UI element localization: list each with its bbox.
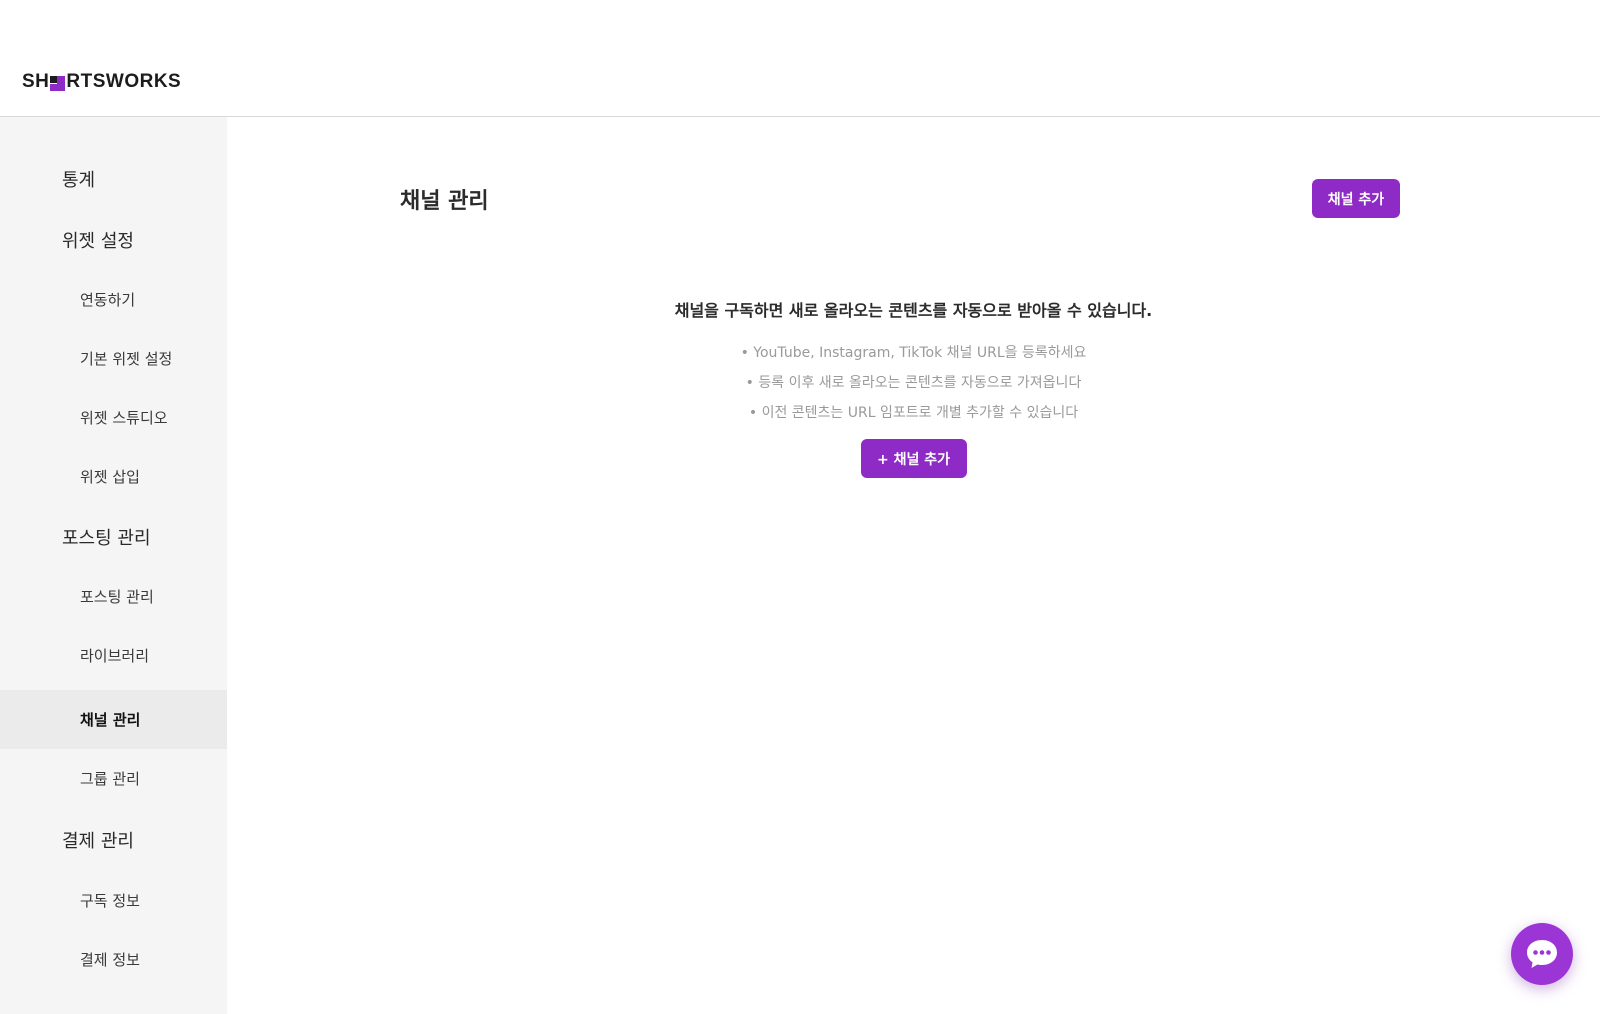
- sidebar-item-group-management[interactable]: 그룹 관리: [0, 749, 227, 807]
- empty-state-hint: • YouTube, Instagram, TikTok 채널 URL을 등록하…: [740, 345, 1087, 361]
- sidebar-item-label: 그룹 관리: [80, 769, 140, 788]
- empty-state-hint: • 등록 이후 새로 올라오는 콘텐츠를 자동으로 가져옵니다: [745, 375, 1082, 391]
- empty-state-hint: • 이전 콘텐츠는 URL 임포트로 개별 추가할 수 있습니다: [748, 405, 1079, 421]
- chat-launcher-button[interactable]: [1511, 923, 1573, 985]
- logo-mark-icon: [50, 75, 66, 91]
- sidebar-item-library[interactable]: 라이브러리: [0, 626, 227, 684]
- sidebar-item-label: 위젯 스튜디오: [80, 408, 168, 427]
- sidebar-item-label: 위젯 설정: [62, 231, 134, 252]
- sidebar-item-payment-info[interactable]: 결제 정보: [0, 930, 227, 988]
- main-content: 채널 관리 채널 추가 채널을 구독하면 새로 올라오는 콘텐츠를 자동으로 받…: [227, 117, 1600, 1014]
- sidebar-item-label: 기본 위젯 설정: [80, 349, 173, 368]
- sidebar-item-integration[interactable]: 연동하기: [0, 270, 227, 328]
- chat-bubble-icon: [1527, 940, 1557, 968]
- empty-state-title: 채널을 구독하면 새로 올라오는 콘텐츠를 자동으로 받아올 수 있습니다.: [674, 301, 1153, 320]
- sidebar-item-widget-embed[interactable]: 위젯 삽입: [0, 447, 227, 505]
- sidebar-item-label: 포스팅 관리: [62, 528, 151, 549]
- sidebar-item-posting-management[interactable]: 포스팅 관리: [0, 567, 227, 625]
- sidebar-item-channel-management[interactable]: 채널 관리: [0, 690, 227, 749]
- sidebar-item-label: 라이브러리: [80, 646, 150, 665]
- sidebar-item-label: 위젯 삽입: [80, 467, 140, 486]
- sidebar-item-label: 연동하기: [80, 290, 136, 309]
- sidebar-group-payment[interactable]: 결제 관리: [0, 811, 227, 869]
- sidebar-item-basic-widget-settings[interactable]: 기본 위젯 설정: [0, 329, 227, 387]
- sidebar: 통계 위젯 설정 연동하기 기본 위젯 설정 위젯 스튜디오 위젯 삽입 포스팅…: [0, 117, 227, 1014]
- empty-state-add-channel-button[interactable]: + 채널 추가: [860, 439, 967, 478]
- top-header: SH RTSWORKS: [0, 0, 1600, 117]
- add-channel-button[interactable]: 채널 추가: [1312, 179, 1400, 218]
- shortsworks-logo[interactable]: SH RTSWORKS: [22, 70, 181, 94]
- sidebar-group-posting[interactable]: 포스팅 관리: [0, 508, 227, 566]
- logo-text-suffix: RTSWORKS: [66, 71, 182, 92]
- sidebar-item-stats[interactable]: 통계: [0, 150, 227, 208]
- sidebar-item-subscription-info[interactable]: 구독 정보: [0, 871, 227, 929]
- sidebar-item-widget-studio[interactable]: 위젯 스튜디오: [0, 388, 227, 446]
- sidebar-item-label: 결제 관리: [62, 831, 134, 852]
- sidebar-item-label: 결제 정보: [80, 950, 140, 969]
- empty-state: 채널을 구독하면 새로 올라오는 콘텐츠를 자동으로 받아올 수 있습니다. •…: [227, 297, 1600, 478]
- sidebar-item-label: 채널 관리: [80, 711, 141, 729]
- sidebar-item-label: 통계: [62, 170, 96, 191]
- page-title: 채널 관리: [400, 189, 489, 214]
- sidebar-group-widget-settings[interactable]: 위젯 설정: [0, 211, 227, 269]
- logo-text-prefix: SH: [22, 71, 50, 92]
- sidebar-item-label: 구독 정보: [80, 891, 140, 910]
- sidebar-item-label: 포스팅 관리: [80, 587, 154, 606]
